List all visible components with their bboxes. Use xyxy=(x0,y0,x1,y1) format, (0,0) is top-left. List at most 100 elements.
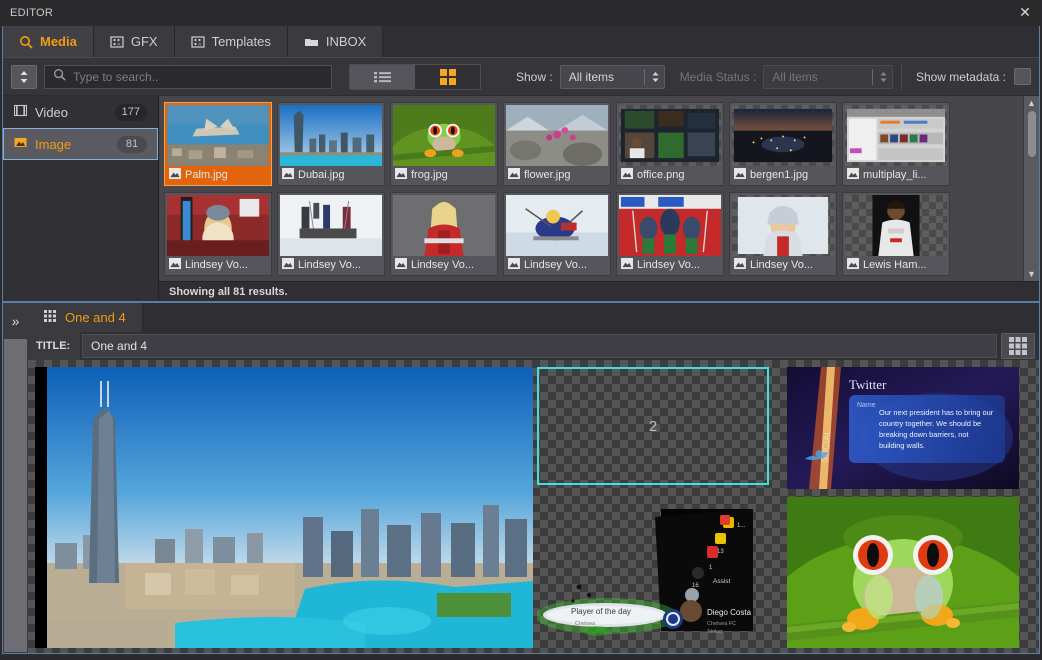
sort-updown-icon[interactable] xyxy=(11,64,37,89)
media-card[interactable]: Palm.jpg xyxy=(164,102,272,186)
close-icon[interactable]: ✕ xyxy=(1016,4,1034,22)
media-card[interactable]: multiplay_li... xyxy=(842,102,950,186)
show-dropdown[interactable]: All items xyxy=(559,64,665,89)
chevron-updown-icon xyxy=(651,70,660,84)
tab-label: Templates xyxy=(211,34,271,49)
svg-text:A: A xyxy=(198,41,201,46)
media-card[interactable]: Lindsey Vo... xyxy=(616,192,724,276)
grid-layout-icon xyxy=(44,310,58,325)
folder-icon xyxy=(304,36,319,48)
status-text: Showing all 81 results. xyxy=(169,285,288,298)
tab-label: Media xyxy=(40,34,77,49)
search-box[interactable] xyxy=(44,64,332,89)
media-thumbnail xyxy=(393,195,495,256)
media-caption: flower.jpg xyxy=(506,166,608,183)
grid-scrollbar[interactable]: ▲ ▼ xyxy=(1023,96,1039,281)
media-thumbnail xyxy=(619,195,721,256)
media-thumbnail xyxy=(167,195,269,256)
search-input[interactable] xyxy=(73,69,323,84)
layout-slot-1[interactable] xyxy=(35,367,533,648)
show-value: All items xyxy=(568,69,615,84)
media-caption: Lindsey Vo... xyxy=(619,256,721,273)
svg-text:A: A xyxy=(117,41,120,46)
media-caption: Lindsey Vo... xyxy=(280,256,382,273)
media-name: Lindsey Vo... xyxy=(298,258,361,271)
rail-filler xyxy=(4,339,27,652)
title-input[interactable]: One and 4 xyxy=(82,334,997,358)
image-icon xyxy=(847,167,859,182)
media-toolbar: Show : All items Media Status : All item… xyxy=(3,58,1039,96)
editor-panel: » One and 4 TITLE: One and 4 2 SOCIAL Tw… xyxy=(2,302,1040,654)
media-card[interactable]: Lewis Ham... xyxy=(842,192,950,276)
search-icon xyxy=(53,68,66,86)
layout-canvas[interactable]: 2 SOCIAL Twitter Name Our next president… xyxy=(28,360,1039,653)
media-name: Lindsey Vo... xyxy=(637,258,700,271)
image-icon xyxy=(395,257,407,272)
sidebar-item-image[interactable]: Image 81 xyxy=(3,128,158,160)
image-icon xyxy=(508,257,520,272)
grid-scroll-wrap: Palm.jpg Dubai.jpg frog.jpg flower.jpg o… xyxy=(159,96,1039,281)
media-thumbnail xyxy=(845,195,947,256)
image-icon xyxy=(14,136,27,152)
media-card[interactable]: Lindsey Vo... xyxy=(277,192,385,276)
media-thumbnail xyxy=(280,105,382,166)
tab-one-and-4[interactable]: One and 4 xyxy=(28,303,143,332)
image-icon xyxy=(282,257,294,272)
media-card[interactable]: Lindsey Vo... xyxy=(729,192,837,276)
tab-templates[interactable]: A Templates xyxy=(174,26,288,57)
slot-content-frog-photo xyxy=(787,497,1019,648)
slot-content-sports-lower-third: 1... 13 1 16 Assist 20 Diego Costa Che xyxy=(537,491,769,648)
svg-text:Chelsea: Chelsea xyxy=(575,621,596,627)
image-icon xyxy=(621,167,633,182)
media-card[interactable]: Dubai.jpg xyxy=(277,102,385,186)
media-status-value: All items xyxy=(772,69,818,84)
gfx-icon: A xyxy=(110,35,124,49)
svg-text:country together. We should be: country together. We should be xyxy=(879,419,981,428)
layout-slot-5[interactable] xyxy=(787,497,1019,648)
view-toggle xyxy=(349,63,481,90)
media-card[interactable]: Lindsey Vo... xyxy=(164,192,272,276)
scroll-up-icon[interactable]: ▲ xyxy=(1027,98,1036,108)
media-thumbnail xyxy=(619,105,721,166)
media-card[interactable]: flower.jpg xyxy=(503,102,611,186)
media-name: Lindsey Vo... xyxy=(750,258,813,271)
twitter-name-label: Name xyxy=(857,402,876,409)
tab-media[interactable]: Media xyxy=(3,26,94,57)
image-icon xyxy=(847,257,859,272)
media-thumbnail xyxy=(506,105,608,166)
search-icon xyxy=(19,35,33,49)
media-name: multiplay_li... xyxy=(863,168,927,181)
layout-slot-3[interactable]: SOCIAL Twitter Name Our next president h… xyxy=(787,367,1019,489)
media-thumbnail xyxy=(280,195,382,256)
media-name: Lewis Ham... xyxy=(863,258,927,271)
scroll-down-icon[interactable]: ▼ xyxy=(1027,269,1036,279)
slot-content-dubai-skyline xyxy=(35,367,533,648)
grid-3x3-icon[interactable] xyxy=(1001,333,1035,359)
media-card[interactable]: bergen1.jpg xyxy=(729,102,837,186)
tab-gfx[interactable]: A GFX xyxy=(93,26,175,57)
sidebar-item-label: Video xyxy=(35,104,69,120)
tab-label: INBOX xyxy=(325,34,367,49)
list-view-button[interactable] xyxy=(350,64,415,89)
media-thumbnail xyxy=(506,195,608,256)
media-card[interactable]: Lindsey Vo... xyxy=(503,192,611,276)
media-caption: Lindsey Vo... xyxy=(393,256,495,273)
media-card[interactable]: Lindsey Vo... xyxy=(390,192,498,276)
media-panel: Media A GFX A Templates INBOX Type to se… xyxy=(2,26,1040,302)
media-caption: frog.jpg xyxy=(393,166,495,183)
tab-inbox[interactable]: INBOX xyxy=(287,26,384,57)
media-card[interactable]: office.png xyxy=(616,102,724,186)
grid-view-button[interactable] xyxy=(415,64,480,89)
svg-text:Diego Costa: Diego Costa xyxy=(707,608,752,617)
sidebar-item-video[interactable]: Video 177 xyxy=(3,96,158,128)
media-name: Dubai.jpg xyxy=(298,168,345,181)
show-metadata-label: Show metadata : xyxy=(915,69,1006,84)
scrollbar-thumb[interactable] xyxy=(1027,111,1036,157)
svg-text:Assist: Assist xyxy=(713,578,731,585)
layout-slot-2[interactable]: 2 xyxy=(537,367,769,485)
show-metadata-checkbox[interactable] xyxy=(1014,68,1031,85)
layout-slot-4[interactable]: 1... 13 1 16 Assist 20 Diego Costa Che xyxy=(537,491,769,648)
image-icon xyxy=(282,167,294,182)
expand-panel-icon[interactable]: » xyxy=(3,303,28,339)
media-card[interactable]: frog.jpg xyxy=(390,102,498,186)
